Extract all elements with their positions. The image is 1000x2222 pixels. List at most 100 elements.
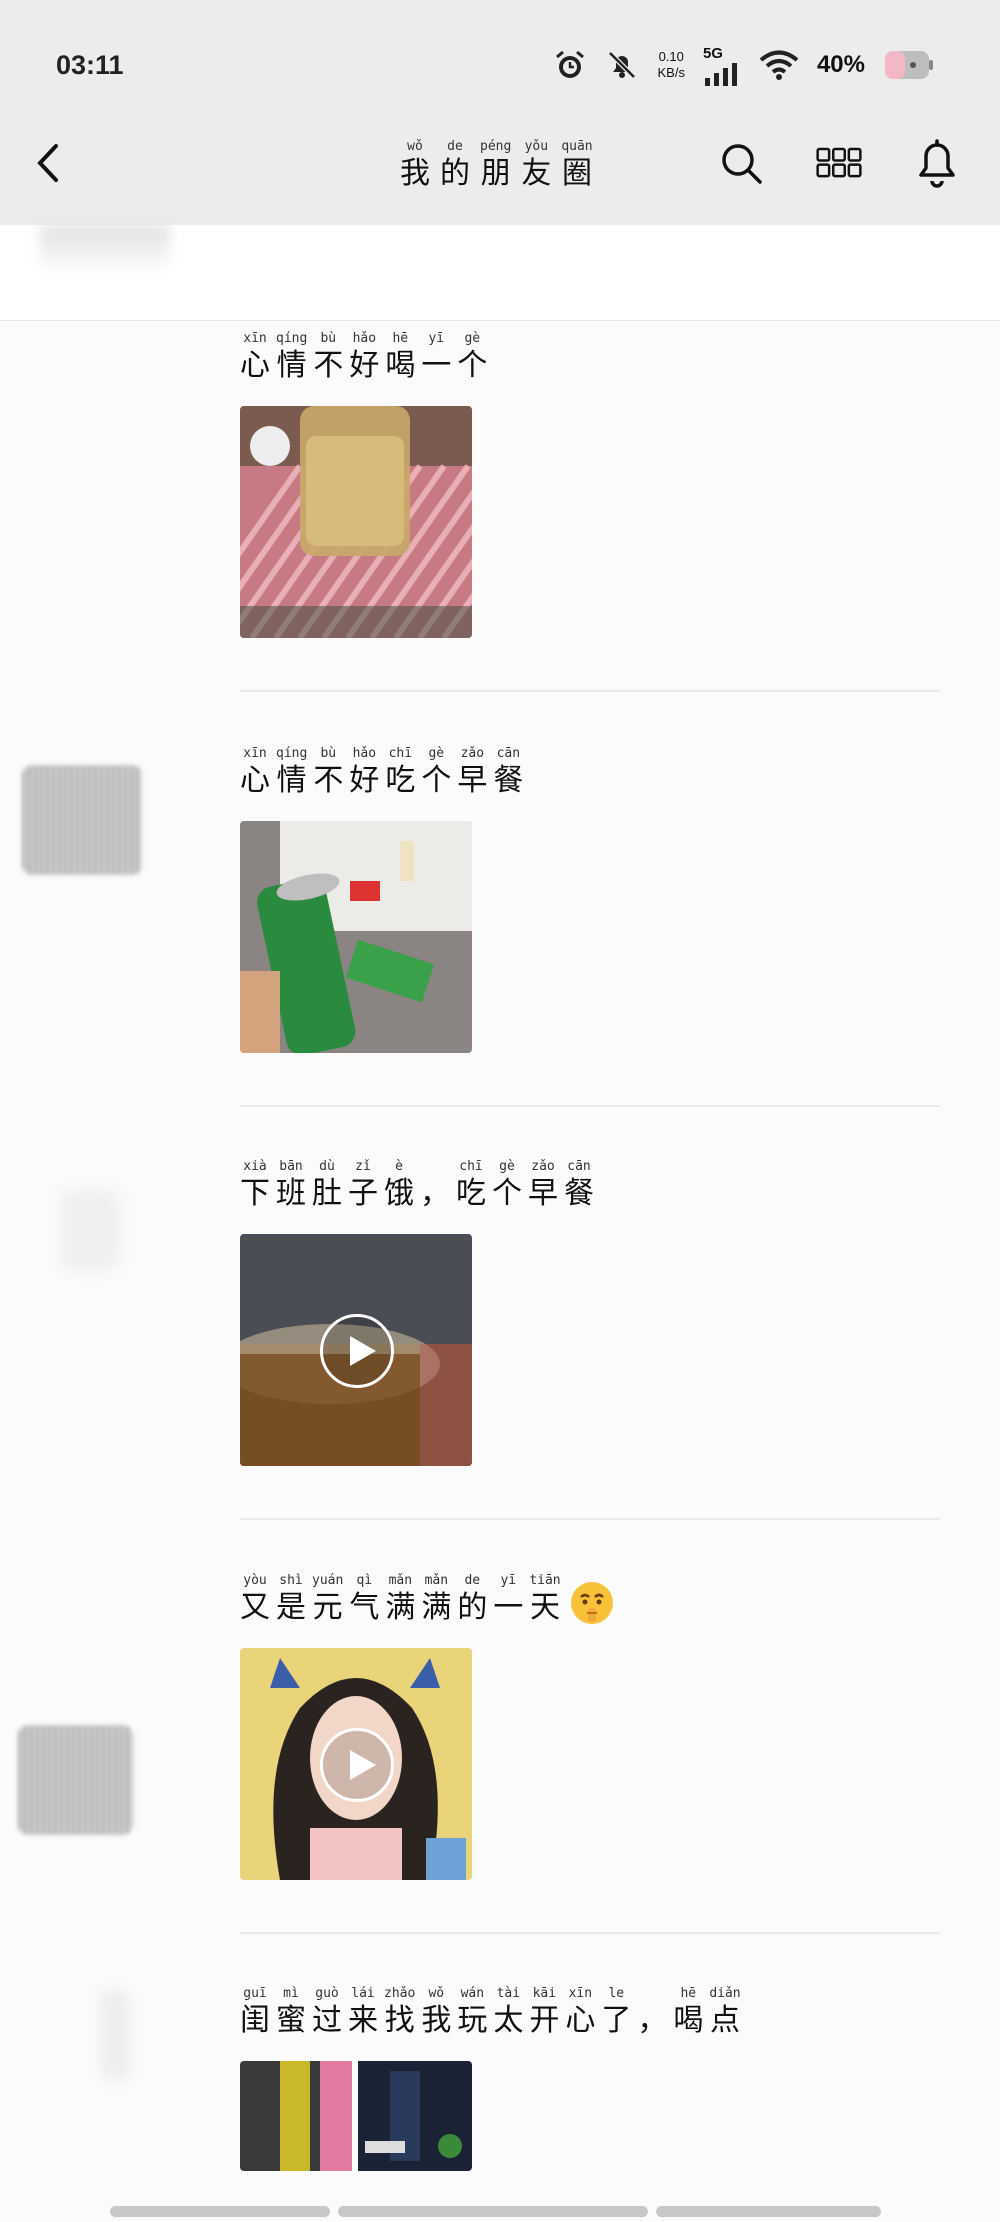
battery-icon — [883, 47, 935, 83]
hanzi-char: 一 — [421, 348, 452, 383]
hanzi-char: ， — [420, 1176, 450, 1211]
search-button[interactable] — [718, 140, 764, 186]
post-caption: xīn 心 qíng 情 bù 不 hǎo 好 hē 喝 yī 一 gè 个 — [240, 330, 940, 384]
hanzi-char: 点 — [709, 2003, 740, 2038]
pinyin-char: guī 闺 — [240, 1985, 270, 2039]
moment-post[interactable]: guī 闺 mì 蜜 guò 过 lái 来 zhǎo 找 wǒ 我 wán 玩 tài 太 kāi 开 xīn 心 l… — [240, 1985, 940, 2171]
notification-button[interactable] — [914, 139, 960, 188]
pinyin-label: shì — [279, 1573, 303, 1588]
hanzi-char: 玩 — [457, 2003, 488, 2038]
top-bar: 03:11 0.10 KB/s 5G 40% wǒ 我 de 的 péng 朋 yǒu 友 qu… — [0, 0, 1000, 225]
hanzi-char: 满 — [421, 1590, 452, 1625]
title-char: de 的 — [440, 138, 470, 192]
post-caption: xià 下 bān 班 dù 肚 zǐ 子 è 饿， chī 吃 gè 个 zǎo 早 cān 餐 — [240, 1158, 940, 1212]
moment-post[interactable]: xià 下 bān 班 dù 肚 zǐ 子 è 饿， chī 吃 gè 个 zǎo 早 cān 餐 — [240, 1158, 940, 1466]
scroll-indicator — [110, 2206, 881, 2217]
pinyin-char: ， — [637, 1985, 667, 2039]
title-pinyin: yǒu — [524, 139, 549, 154]
hanzi-char: 天 — [529, 1590, 560, 1625]
hanzi-char: 太 — [493, 2003, 524, 2038]
pinyin-char: gè 个 — [421, 745, 451, 799]
chevron-left-icon — [37, 144, 58, 182]
play-icon[interactable] — [320, 1728, 394, 1802]
photo-thumbnail[interactable] — [240, 821, 472, 1053]
pinyin-char: qíng 情 — [276, 330, 307, 384]
pinyin-char: guò 过 — [312, 1985, 342, 2039]
pinyin-char: wǒ 我 — [421, 1985, 451, 2039]
hanzi-char: 早 — [528, 1176, 558, 1211]
pinyin-label: xīn — [568, 1986, 593, 2001]
pinyin-label: qì — [356, 1573, 373, 1588]
pinyin-label: hǎo — [352, 746, 377, 761]
moment-post[interactable]: yòu 又 shì 是 yuán 元 qì 气 mǎn 满 mǎn 满 de 的 yī 一 tiān 天 — [240, 1572, 940, 1880]
video-thumbnail[interactable] — [240, 1234, 472, 1466]
pinyin-label: tiān — [529, 1573, 561, 1588]
hanzi-char: 喝 — [385, 348, 416, 383]
pinyin-label: bān — [279, 1159, 303, 1174]
back-button[interactable] — [30, 138, 70, 188]
pinyin-label: tài — [496, 1986, 521, 2001]
pinyin-label: wǒ — [428, 1986, 445, 2001]
moment-post[interactable]: xīn 心 qíng 情 bù 不 hǎo 好 chī 吃 gè 个 zǎo 早 cān 餐 — [240, 745, 940, 1053]
pinyin-label: yòu — [243, 1573, 267, 1588]
pinyin-label: guī — [243, 1986, 267, 2001]
grid-view-button[interactable] — [816, 140, 862, 186]
bell-icon — [919, 139, 955, 188]
play-icon[interactable] — [320, 1314, 394, 1388]
blurred-date-label — [60, 1190, 120, 1270]
pinyin-label: le — [608, 1986, 625, 2001]
hanzi-char: 饿 — [384, 1176, 414, 1211]
net-speed-value: 0.10 — [658, 49, 684, 64]
moment-post[interactable]: xīn 心 qíng 情 bù 不 hǎo 好 hē 喝 yī 一 gè 个 — [240, 330, 940, 638]
pinyin-label: xià — [243, 1159, 267, 1174]
hanzi-char: 子 — [348, 1176, 378, 1211]
pinyin-char: xià 下 — [240, 1158, 270, 1212]
photo-thumbnail[interactable] — [240, 2061, 472, 2171]
hanzi-char: 肚 — [312, 1176, 342, 1211]
video-thumbnail[interactable] — [240, 1648, 472, 1880]
pinyin-char: zhǎo 找 — [384, 1985, 415, 2039]
pinyin-char: mǎn 满 — [385, 1572, 415, 1626]
hanzi-char: 个 — [457, 348, 488, 383]
hanzi-char: 找 — [384, 2003, 415, 2038]
title-char: yǒu 友 — [521, 138, 551, 192]
hanzi-char: 餐 — [564, 1176, 594, 1211]
hanzi-char: 吃 — [385, 763, 416, 798]
pinyin-char: xīn 心 — [240, 330, 270, 384]
photo-thumbnail[interactable] — [240, 406, 472, 638]
hanzi-char: 喝 — [673, 2003, 704, 2038]
pinyin-char: è饿 — [384, 1158, 414, 1212]
pinyin-label: hē — [392, 331, 409, 346]
blurred-date-label — [22, 765, 142, 875]
post-divider — [240, 1105, 940, 1107]
pinyin-label: zǎo — [531, 1159, 555, 1174]
blurred-date-label — [18, 1725, 133, 1835]
pinyin-label: cān — [567, 1159, 591, 1174]
pinyin-char: hē 喝 — [673, 1985, 703, 2039]
pinyin-char: xīn 心 — [240, 745, 270, 799]
hanzi-char: 了 — [601, 2003, 632, 2038]
alarm-icon — [553, 48, 587, 82]
pinyin-char: yī 一 — [493, 1572, 523, 1626]
post-caption: yòu 又 shì 是 yuán 元 qì 气 mǎn 满 mǎn 满 de 的 yī 一 tiān 天 — [240, 1572, 940, 1626]
search-icon — [722, 144, 762, 184]
post-caption: guī 闺 mì 蜜 guò 过 lái 来 zhǎo 找 wǒ 我 wán 玩 tài 太 kāi 开 xīn 心 l… — [240, 1985, 940, 2039]
pinyin-label: mǎn — [424, 1573, 449, 1588]
hanzi-char: 一 — [493, 1590, 524, 1625]
pinyin-label: lái — [351, 1986, 375, 2001]
pinyin-label: chī — [459, 1159, 483, 1174]
pinyin-label: zǎo — [460, 746, 485, 761]
blurred-avatar — [40, 225, 170, 275]
pinyin-label: xīn — [243, 746, 267, 761]
pinyin-label: zǐ — [355, 1159, 371, 1174]
pinyin-label: kāi — [532, 1986, 557, 2001]
profile-cover-strip — [0, 225, 1000, 321]
hanzi-char: ， — [637, 2003, 668, 2038]
title-hanzi: 友 — [521, 156, 552, 191]
pinyin-char: zǎo 早 — [457, 745, 487, 799]
hanzi-char: 的 — [457, 1590, 488, 1625]
wifi-icon — [759, 49, 799, 81]
pinyin-char: xīn 心 — [565, 1985, 595, 2039]
pinyin-char: yī 一 — [421, 330, 451, 384]
battery-level: 40% — [816, 51, 865, 78]
